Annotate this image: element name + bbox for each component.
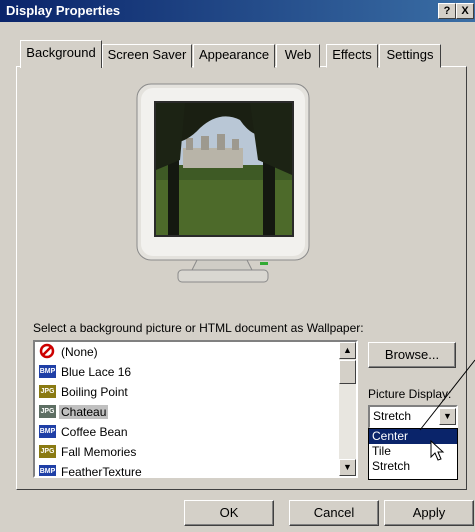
scroll-up-icon[interactable]: ▲ [339, 342, 356, 359]
list-item[interactable]: BMP Coffee Bean [35, 422, 356, 442]
bmp-file-icon: BMP [39, 465, 56, 476]
tab-background[interactable]: Background [20, 40, 102, 68]
list-item[interactable]: (None) [35, 342, 356, 362]
list-item[interactable]: JPG Boiling Point [35, 382, 356, 402]
cancel-button[interactable]: Cancel [289, 500, 379, 526]
list-item[interactable]: BMP FeatherTexture [35, 462, 356, 476]
wallpaper-list[interactable]: (None) BMP Blue Lace 16 JPG Boiling Poin… [33, 340, 358, 478]
list-item-selected[interactable]: JPG Chateau [35, 402, 356, 422]
list-item[interactable]: JPG Fall Memories [35, 442, 356, 462]
jpg-file-icon: JPG [39, 385, 56, 398]
bmp-file-icon: BMP [39, 425, 56, 438]
wallpaper-prompt: Select a background picture or HTML docu… [33, 321, 364, 335]
apply-button[interactable]: Apply [384, 500, 474, 526]
list-item[interactable]: BMP Blue Lace 16 [35, 362, 356, 382]
jpg-file-icon: JPG [39, 445, 56, 458]
browse-button[interactable]: Browse... [368, 342, 456, 368]
none-icon [39, 343, 56, 359]
scroll-down-icon[interactable]: ▼ [339, 459, 356, 476]
picture-display-label: Picture Display: [368, 387, 452, 401]
bmp-file-icon: BMP [39, 365, 56, 378]
ok-button[interactable]: OK [184, 500, 274, 526]
scroll-thumb[interactable] [339, 360, 356, 384]
chevron-down-icon[interactable]: ▼ [439, 408, 456, 425]
jpg-file-icon: JPG [39, 405, 56, 418]
list-scrollbar[interactable]: ▲ ▼ [339, 342, 356, 476]
picture-display-select[interactable]: Stretch ▼ [368, 405, 458, 429]
